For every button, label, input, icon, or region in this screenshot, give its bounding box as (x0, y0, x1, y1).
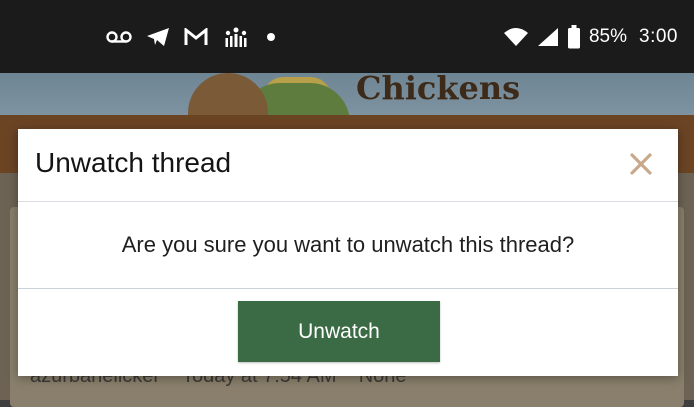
status-bar: 85% 3:00 (0, 0, 694, 73)
notification-icons (106, 24, 278, 50)
battery-icon (567, 25, 581, 49)
dot-icon (264, 30, 278, 44)
telegram-icon (146, 27, 170, 47)
dialog-footer: Unwatch (18, 289, 678, 376)
dialog-body: Are you sure you want to unwatch this th… (18, 202, 678, 289)
battery-percent: 85% (588, 26, 628, 47)
unwatch-dialog: Unwatch thread Are you sure you want to … (18, 129, 678, 376)
close-button[interactable] (626, 149, 656, 179)
sun-app-icon (222, 26, 250, 48)
close-icon (630, 153, 652, 175)
system-icons: 85% 3:00 (503, 24, 678, 50)
wifi-icon (503, 27, 529, 47)
site-logo-text: Chickens (356, 69, 521, 107)
unwatch-button[interactable]: Unwatch (238, 301, 440, 362)
gmail-icon (184, 28, 208, 46)
clock: 3:00 (639, 26, 678, 47)
dialog-header: Unwatch thread (18, 129, 678, 202)
voicemail-icon (106, 29, 132, 45)
site-header: Chickens (0, 69, 694, 125)
cell-signal-icon (537, 27, 559, 47)
dialog-message: Are you sure you want to unwatch this th… (121, 232, 575, 257)
dialog-title: Unwatch thread (35, 147, 232, 178)
